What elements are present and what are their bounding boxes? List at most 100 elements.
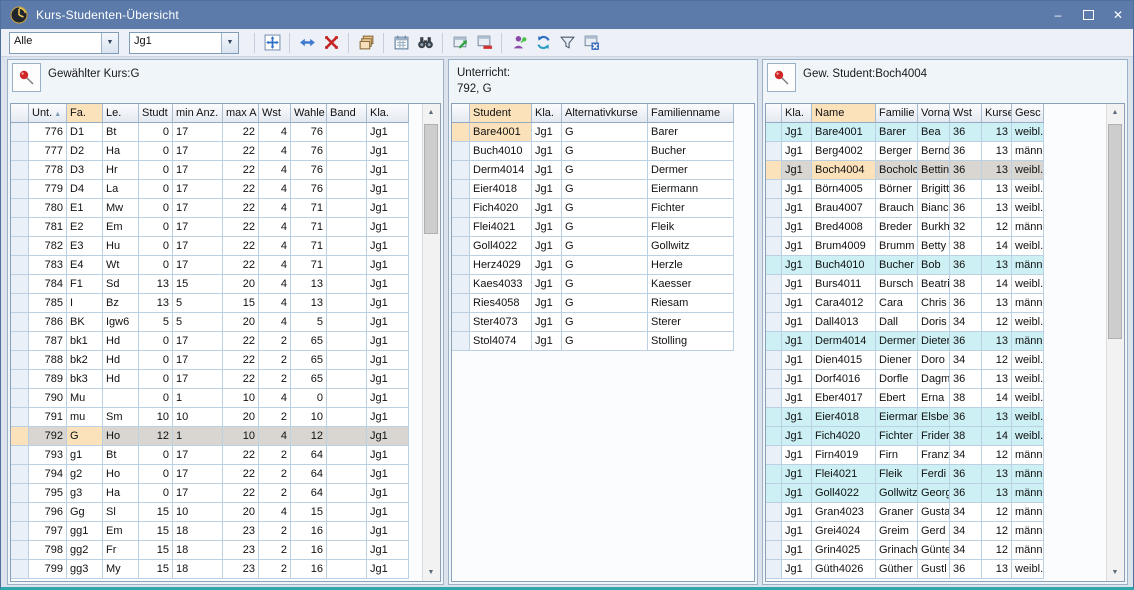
row-selector[interactable] — [766, 408, 782, 427]
cell[interactable]: 22 — [223, 199, 259, 218]
cell[interactable]: Jg1 — [532, 294, 562, 313]
cell[interactable]: weibl. — [1012, 275, 1044, 294]
cell[interactable]: gg1 — [67, 522, 103, 541]
cell[interactable]: 17 — [173, 237, 223, 256]
cell[interactable]: 10 — [173, 408, 223, 427]
cell[interactable]: Ho — [103, 427, 139, 446]
cell[interactable]: 5 — [291, 313, 327, 332]
cell[interactable]: Em — [103, 522, 139, 541]
cell[interactable]: 17 — [173, 199, 223, 218]
cell[interactable]: 76 — [291, 142, 327, 161]
cell[interactable]: 34 — [950, 313, 982, 332]
cell[interactable] — [327, 484, 367, 503]
cell[interactable]: 16 — [291, 560, 327, 579]
cell[interactable]: Georg — [918, 484, 950, 503]
cell[interactable]: 12 — [291, 427, 327, 446]
table-row[interactable]: Jg1Brum4009BrummBetty3814weibl. — [766, 237, 1044, 256]
cell[interactable] — [327, 541, 367, 560]
cell[interactable]: 17 — [173, 465, 223, 484]
chevron-down-icon[interactable]: ▼ — [101, 33, 118, 53]
cell[interactable]: Jg1 — [782, 541, 812, 560]
cell[interactable]: Fichter — [648, 199, 734, 218]
cell[interactable]: männl — [1012, 218, 1044, 237]
cell[interactable]: Bea — [918, 123, 950, 142]
cell[interactable]: Jg1 — [367, 541, 409, 560]
row-selector[interactable] — [452, 313, 470, 332]
cell[interactable]: Jg1 — [367, 370, 409, 389]
cell[interactable]: Jg1 — [782, 161, 812, 180]
table-row[interactable]: Jg1Dorf4016DorfleDagm3613weibl. — [766, 370, 1044, 389]
cell[interactable]: Buch4010 — [470, 142, 532, 161]
cell[interactable]: Jg1 — [367, 123, 409, 142]
cell[interactable]: Sd — [103, 275, 139, 294]
table-row[interactable]: Jg1Gran4023GranerGusta3412männl — [766, 503, 1044, 522]
cell[interactable]: Jg1 — [782, 256, 812, 275]
table-row[interactable]: Jg1Dall4013DallDoris3412weibl. — [766, 313, 1044, 332]
row-selector[interactable] — [11, 446, 29, 465]
cell[interactable] — [327, 465, 367, 484]
cell[interactable]: Dermer — [648, 161, 734, 180]
table-row[interactable]: Derm4014Jg1GDermer — [452, 161, 734, 180]
row-selector[interactable] — [766, 142, 782, 161]
column-header[interactable]: Kla. — [367, 104, 409, 123]
cell[interactable]: Doris — [918, 313, 950, 332]
cell[interactable]: Jg1 — [532, 313, 562, 332]
cell[interactable]: 0 — [139, 332, 173, 351]
table-row[interactable]: Jg1Goll4022GollwitzGeorg3613männl — [766, 484, 1044, 503]
row-selector[interactable] — [766, 522, 782, 541]
cell[interactable]: Jg1 — [367, 503, 409, 522]
cell[interactable]: F1 — [67, 275, 103, 294]
cell[interactable] — [327, 427, 367, 446]
cell[interactable]: Eiermar — [876, 408, 918, 427]
cell[interactable]: Güther — [876, 560, 918, 579]
open-in-window-icon[interactable] — [448, 31, 472, 55]
cell[interactable]: D2 — [67, 142, 103, 161]
cell[interactable]: 797 — [29, 522, 67, 541]
cell[interactable]: g1 — [67, 446, 103, 465]
cell[interactable]: 13 — [982, 256, 1012, 275]
cell[interactable]: 17 — [173, 180, 223, 199]
cell[interactable]: Jg1 — [367, 161, 409, 180]
column-header[interactable]: Gesc — [1012, 104, 1044, 123]
vertical-scrollbar[interactable]: ▲ ▼ — [1106, 104, 1124, 581]
cell[interactable] — [327, 218, 367, 237]
cell[interactable]: 18 — [173, 522, 223, 541]
row-selector[interactable] — [452, 161, 470, 180]
table-row[interactable]: Goll4022Jg1GGollwitz — [452, 237, 734, 256]
cell[interactable]: 13 — [982, 142, 1012, 161]
cell[interactable]: Fleik — [876, 465, 918, 484]
cell[interactable]: 36 — [950, 142, 982, 161]
row-selector[interactable] — [766, 370, 782, 389]
cell[interactable]: Jg1 — [532, 123, 562, 142]
column-header[interactable]: Vorna — [918, 104, 950, 123]
cell[interactable]: Flei4021 — [812, 465, 876, 484]
cell[interactable]: Sm — [103, 408, 139, 427]
cell[interactable]: Grei4024 — [812, 522, 876, 541]
table-row[interactable]: 791muSm101020210Jg1 — [11, 408, 409, 427]
cell[interactable]: 17 — [173, 446, 223, 465]
cell[interactable]: 14 — [982, 427, 1012, 446]
table-row[interactable]: 790Mu011040Jg1 — [11, 389, 409, 408]
cell[interactable]: 64 — [291, 465, 327, 484]
cell[interactable]: 0 — [139, 199, 173, 218]
cell[interactable]: 17 — [173, 142, 223, 161]
cell[interactable]: Jg1 — [367, 484, 409, 503]
cell[interactable]: 36 — [950, 484, 982, 503]
cell[interactable]: Eiermann — [648, 180, 734, 199]
row-selector[interactable] — [11, 427, 29, 446]
cell[interactable]: 777 — [29, 142, 67, 161]
cell[interactable]: Bucher — [876, 256, 918, 275]
cell[interactable]: Fich4020 — [812, 427, 876, 446]
cell[interactable]: BK — [67, 313, 103, 332]
cell[interactable]: 22 — [223, 332, 259, 351]
cell[interactable]: Bz — [103, 294, 139, 313]
column-header[interactable]: Name — [812, 104, 876, 123]
cell[interactable]: 10 — [223, 427, 259, 446]
cell[interactable]: Bred4008 — [812, 218, 876, 237]
cell[interactable]: 13 — [982, 484, 1012, 503]
cell[interactable] — [327, 256, 367, 275]
row-selector[interactable] — [11, 370, 29, 389]
cell[interactable]: männl — [1012, 503, 1044, 522]
cell[interactable]: mu — [67, 408, 103, 427]
column-header[interactable]: Wst — [950, 104, 982, 123]
